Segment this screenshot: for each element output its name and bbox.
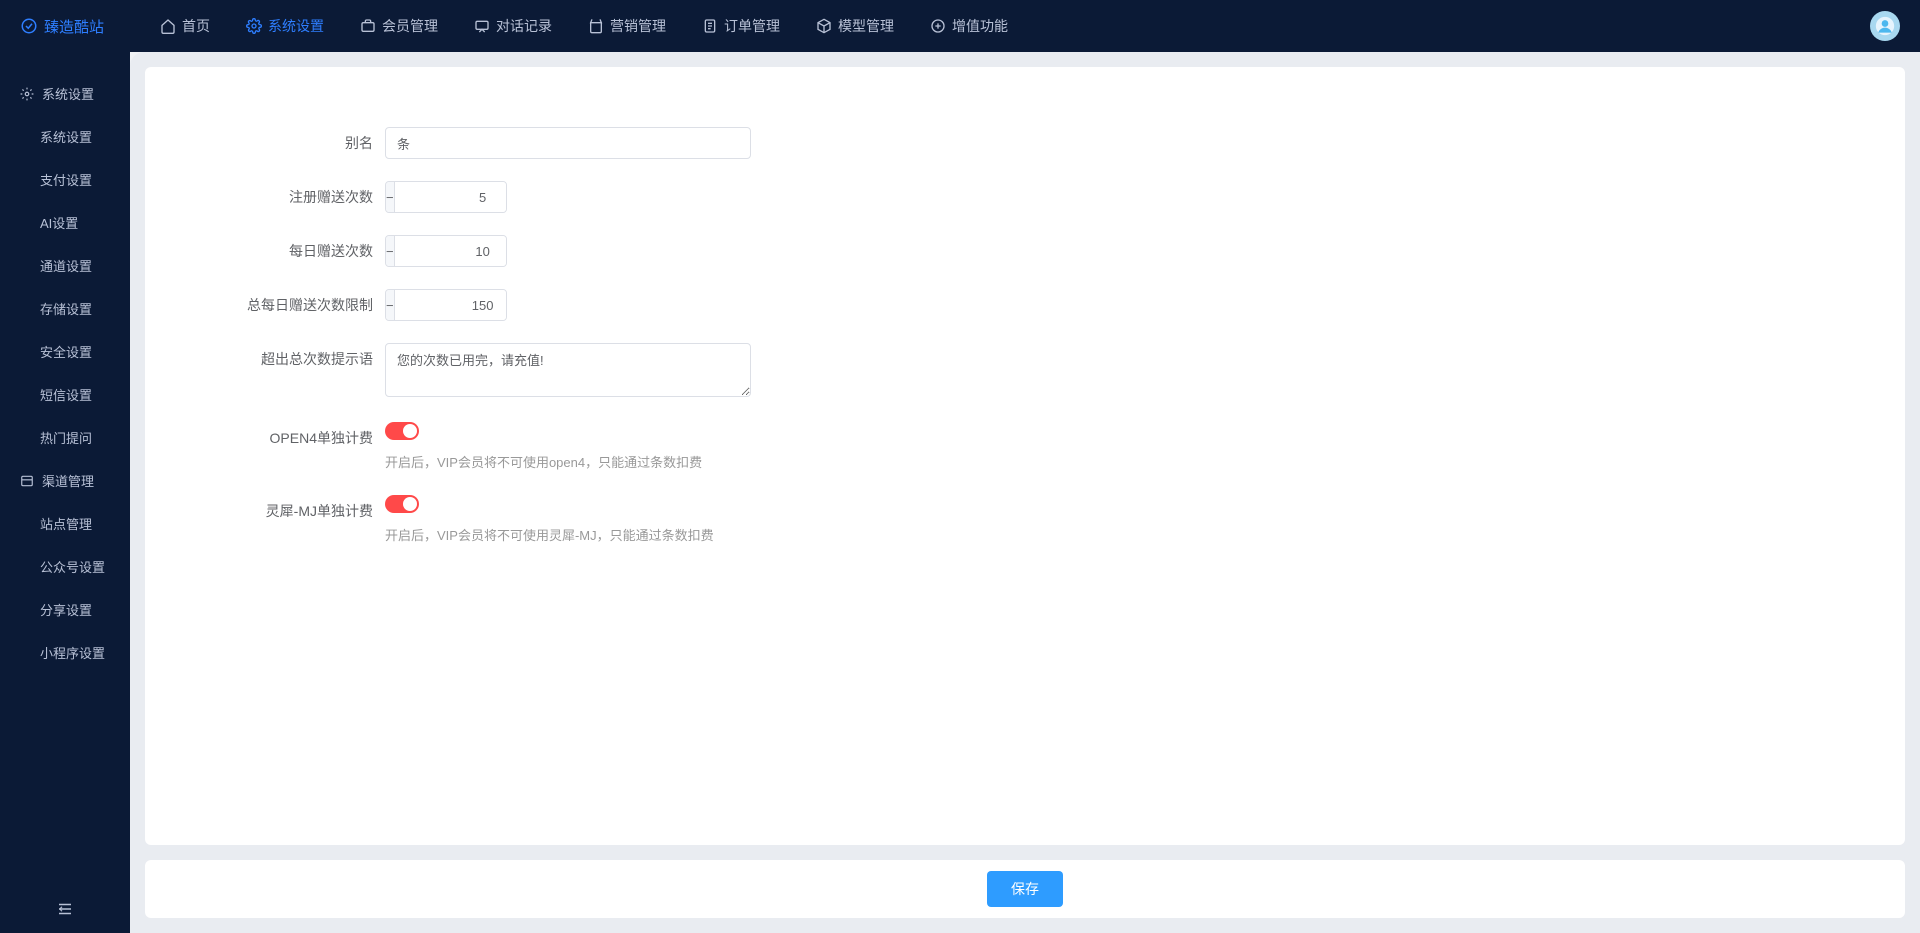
switch-open4-billing[interactable] <box>385 422 419 440</box>
label-daily-bonus-limit: 总每日赠送次数限制 <box>185 289 385 321</box>
nav-label: 会员管理 <box>382 16 438 36</box>
nav-members[interactable]: 会员管理 <box>344 8 454 44</box>
sidebar: 系统设置 系统设置 支付设置 AI设置 通道设置 存储设置 安全设置 短信设置 … <box>0 52 130 933</box>
nav-marketing[interactable]: 营销管理 <box>572 8 682 44</box>
label-mj-billing: 灵犀-MJ单独计费 <box>185 495 385 527</box>
sidebar-group-label: 系统设置 <box>42 84 94 103</box>
sidebar-item-security-settings[interactable]: 安全设置 <box>0 330 130 373</box>
nav-addons[interactable]: 增值功能 <box>914 8 1024 44</box>
order-icon <box>702 18 718 34</box>
sidebar-group-channel-title[interactable]: 渠道管理 <box>0 459 130 502</box>
row-daily-bonus: 每日赠送次数 − + <box>185 235 1865 267</box>
channel-icon <box>20 474 34 488</box>
row-open4-billing: OPEN4单独计费 开启后，VIP会员将不可使用open4，只能通过条数扣费 <box>185 422 1865 473</box>
settings-card: 别名 注册赠送次数 − + 每日赠送次数 − + <box>145 67 1905 845</box>
stepper-input[interactable] <box>395 290 507 320</box>
nav-conversations[interactable]: 对话记录 <box>458 8 568 44</box>
top-header: 臻造酷站 首页 系统设置 会员管理 对话记录 营销管理 订单管理 <box>0 0 1920 52</box>
sidebar-collapse[interactable] <box>0 885 130 933</box>
brand-icon <box>20 17 38 35</box>
brand-text: 臻造酷站 <box>44 16 104 37</box>
sidebar-group-system: 系统设置 系统设置 支付设置 AI设置 通道设置 存储设置 安全设置 短信设置 … <box>0 72 130 459</box>
label-exceed-msg: 超出总次数提示语 <box>185 343 385 375</box>
stepper-register-bonus: − + <box>385 181 507 213</box>
nav-label: 营销管理 <box>610 16 666 36</box>
sidebar-item-miniprogram-settings[interactable]: 小程序设置 <box>0 631 130 674</box>
stepper-daily-bonus: − + <box>385 235 507 267</box>
cube-icon <box>816 18 832 34</box>
top-nav: 首页 系统设置 会员管理 对话记录 营销管理 订单管理 模型管理 <box>144 8 1870 44</box>
row-daily-bonus-limit: 总每日赠送次数限制 − + <box>185 289 1865 321</box>
nav-home[interactable]: 首页 <box>144 8 226 44</box>
main-content: 别名 注册赠送次数 − + 每日赠送次数 − + <box>130 52 1920 933</box>
plus-circle-icon <box>930 18 946 34</box>
nav-models[interactable]: 模型管理 <box>800 8 910 44</box>
sidebar-item-wechat-settings[interactable]: 公众号设置 <box>0 545 130 588</box>
brand-logo[interactable]: 臻造酷站 <box>20 16 104 37</box>
help-open4-billing: 开启后，VIP会员将不可使用open4，只能通过条数扣费 <box>385 453 1185 473</box>
label-daily-bonus: 每日赠送次数 <box>185 235 385 267</box>
sidebar-group-system-title[interactable]: 系统设置 <box>0 72 130 115</box>
nav-system-settings[interactable]: 系统设置 <box>230 8 340 44</box>
save-button[interactable]: 保存 <box>987 871 1063 907</box>
gear-icon <box>246 18 262 34</box>
stepper-input[interactable] <box>395 236 507 266</box>
label-alias: 别名 <box>185 127 385 159</box>
input-alias[interactable] <box>385 127 751 159</box>
sidebar-item-system-settings[interactable]: 系统设置 <box>0 115 130 158</box>
stepper-minus[interactable]: − <box>386 290 395 320</box>
row-exceed-msg: 超出总次数提示语 <box>185 343 1865 400</box>
row-alias: 别名 <box>185 127 1865 159</box>
nav-label: 对话记录 <box>496 16 552 36</box>
sidebar-item-payment-settings[interactable]: 支付设置 <box>0 158 130 201</box>
help-mj-billing: 开启后，VIP会员将不可使用灵犀-MJ，只能通过条数扣费 <box>385 526 1185 546</box>
home-icon <box>160 18 176 34</box>
gear-icon <box>20 87 34 101</box>
stepper-daily-bonus-limit: − + <box>385 289 507 321</box>
nav-label: 订单管理 <box>724 16 780 36</box>
briefcase-icon <box>360 18 376 34</box>
label-open4-billing: OPEN4单独计费 <box>185 422 385 454</box>
nav-label: 首页 <box>182 16 210 36</box>
collapse-icon <box>56 900 74 918</box>
sidebar-group-channel: 渠道管理 站点管理 公众号设置 分享设置 小程序设置 <box>0 459 130 674</box>
user-avatar[interactable] <box>1870 11 1900 41</box>
stepper-minus[interactable]: − <box>386 182 395 212</box>
footer-actions: 保存 <box>145 860 1905 918</box>
sidebar-item-ai-settings[interactable]: AI设置 <box>0 201 130 244</box>
switch-mj-billing[interactable] <box>385 495 419 513</box>
stepper-input[interactable] <box>395 182 507 212</box>
sidebar-item-hot-questions[interactable]: 热门提问 <box>0 416 130 459</box>
sidebar-item-channel-settings[interactable]: 通道设置 <box>0 244 130 287</box>
sidebar-item-storage-settings[interactable]: 存储设置 <box>0 287 130 330</box>
stepper-minus[interactable]: − <box>386 236 395 266</box>
sidebar-item-sms-settings[interactable]: 短信设置 <box>0 373 130 416</box>
nav-label: 系统设置 <box>268 16 324 36</box>
textarea-exceed-msg[interactable] <box>385 343 751 397</box>
sidebar-item-share-settings[interactable]: 分享设置 <box>0 588 130 631</box>
bag-icon <box>588 18 604 34</box>
row-mj-billing: 灵犀-MJ单独计费 开启后，VIP会员将不可使用灵犀-MJ，只能通过条数扣费 <box>185 495 1865 546</box>
sidebar-group-label: 渠道管理 <box>42 471 94 490</box>
row-register-bonus: 注册赠送次数 − + <box>185 181 1865 213</box>
nav-label: 增值功能 <box>952 16 1008 36</box>
chat-icon <box>474 18 490 34</box>
nav-orders[interactable]: 订单管理 <box>686 8 796 44</box>
label-register-bonus: 注册赠送次数 <box>185 181 385 213</box>
sidebar-item-site-mgmt[interactable]: 站点管理 <box>0 502 130 545</box>
nav-label: 模型管理 <box>838 16 894 36</box>
